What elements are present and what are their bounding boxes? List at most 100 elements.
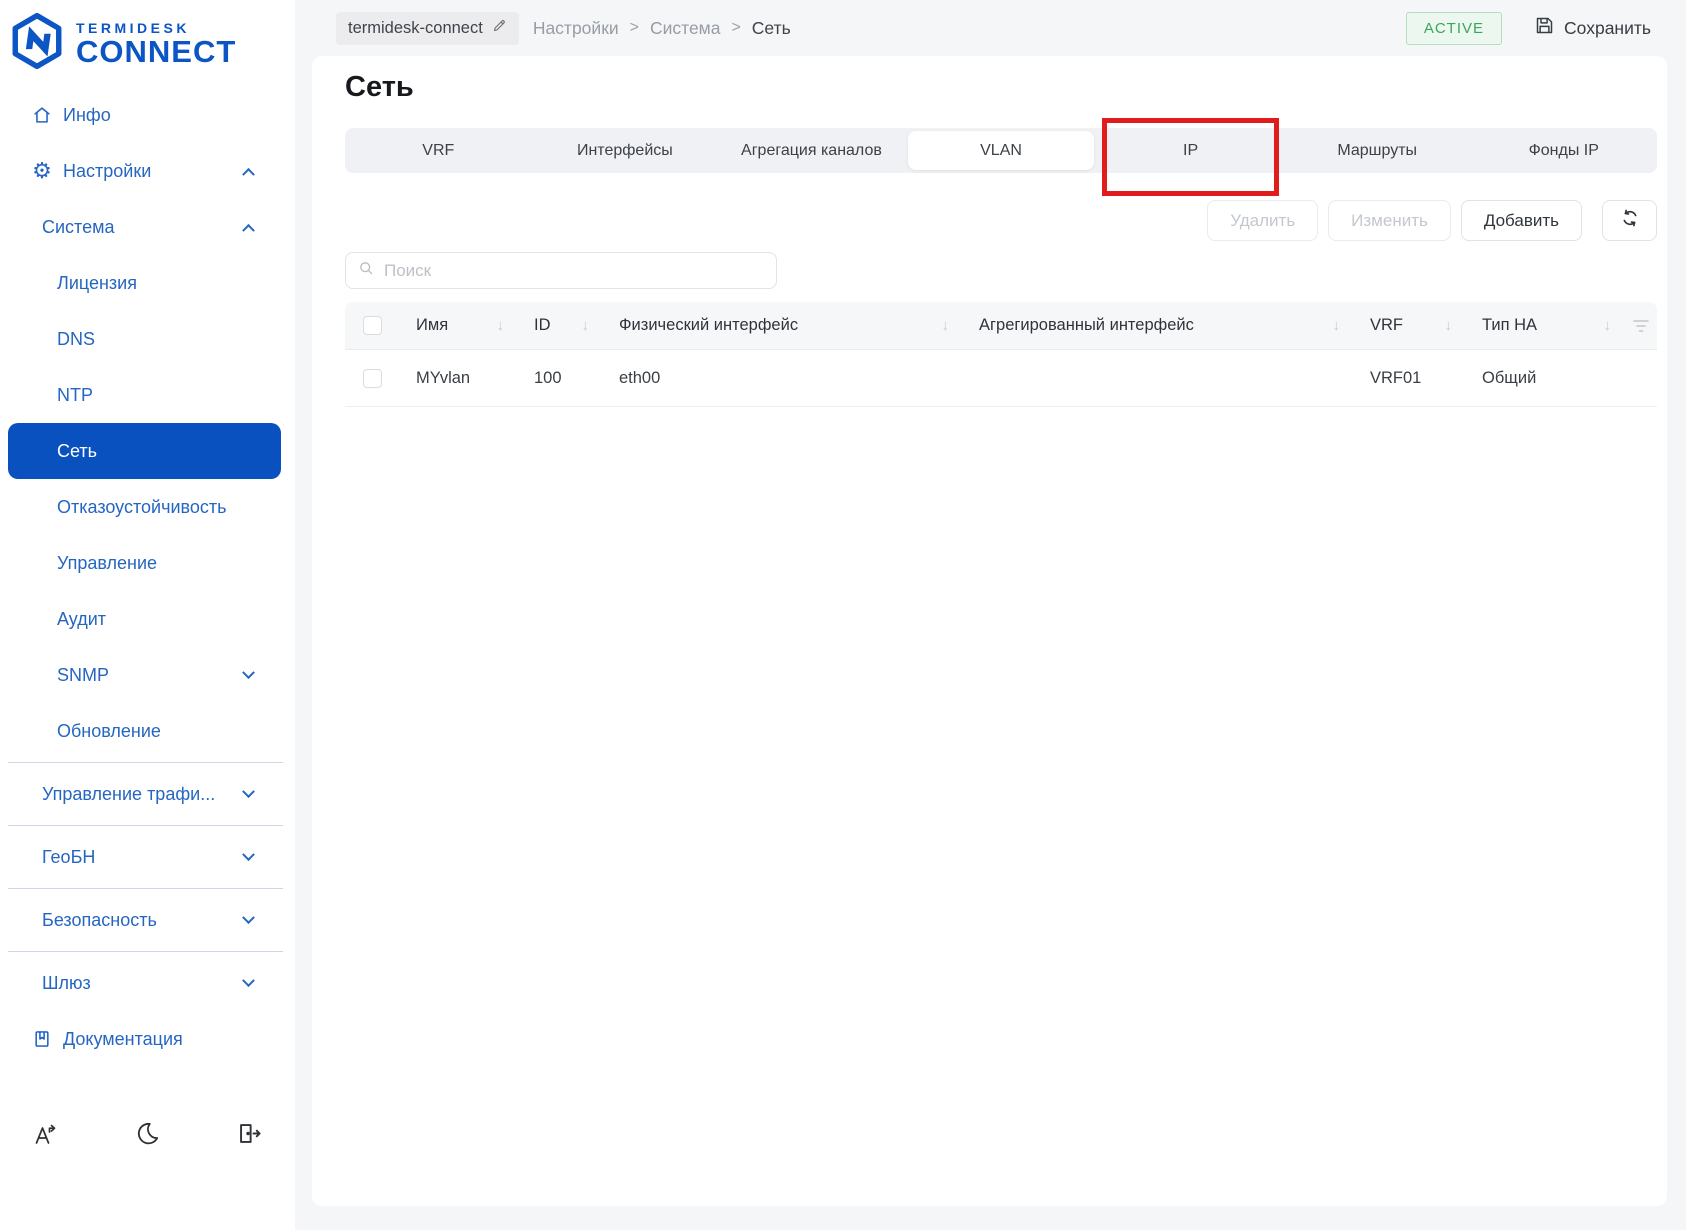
sidebar-divider [8,888,283,889]
search-box [345,252,777,289]
chevron-down-icon [242,973,255,987]
header-checkbox-cell [345,316,400,335]
hostname-chip[interactable]: termidesk-connect [336,11,519,45]
edit-pencil-icon[interactable] [492,18,507,38]
main-area: termidesk-connect Настройки > Система > … [295,0,1686,1230]
status-badge: ACTIVE [1405,11,1503,45]
cell-physical-interface: eth00 [619,368,661,387]
sidebar-item-update[interactable]: Обновление [8,703,281,759]
sidebar-item-label: Аудит [57,608,107,629]
sidebar-item-snmp[interactable]: SNMP [8,647,281,703]
sidebar-item-label: SNMP [57,664,110,685]
column-header-name: Имя ↓ [400,316,518,335]
sidebar-item-ntp[interactable]: NTP [8,367,281,423]
tab-vrf[interactable]: VRF [345,128,532,173]
sidebar-item-label: Шлюз [42,972,91,993]
sidebar-item-geobn[interactable]: ГеоБН [8,829,281,885]
sort-icon[interactable]: ↓ [497,317,505,334]
column-label: Тип HA [1482,316,1538,334]
sidebar-item-settings[interactable]: ⚙ Настройки [8,143,281,199]
brand-logo: TERMIDESK CONNECT [0,0,295,83]
tabs: VRF Интерфейсы Агрегация каналов VLAN IP… [345,118,1657,196]
sidebar-item-label: Система [42,216,115,237]
refresh-button[interactable] [1602,200,1657,241]
breadcrumb-separator: > [629,19,639,36]
sidebar-item-management[interactable]: Управление [8,535,281,591]
column-label: Агрегированный интерфейс [979,316,1194,334]
chevron-down-icon [242,665,255,679]
sort-icon[interactable]: ↓ [942,317,950,334]
tab-ip[interactable]: IP [1097,118,1284,196]
row-checkbox-cell [345,368,400,388]
row-checkbox[interactable] [363,368,382,388]
sidebar-item-system[interactable]: Система [8,199,281,255]
breadcrumb-settings[interactable]: Настройки [533,18,619,39]
add-button[interactable]: Добавить [1460,200,1582,241]
sidebar-divider [8,951,283,952]
table-header-row: Имя ↓ ID ↓ Физический интерфейс ↓ Агреги… [345,302,1657,350]
sidebar-item-traffic-management[interactable]: Управление трафи... [8,766,281,822]
sidebar-item-label: Отказоустойчивость [57,496,227,517]
dark-mode-icon[interactable] [135,1120,161,1148]
tab-vlan[interactable]: VLAN [907,131,1095,170]
column-header-vrf: VRF ↓ [1354,316,1466,335]
sidebar-item-dns[interactable]: DNS [8,311,281,367]
content-card: Сеть VRF Интерфейсы Агрегация каналов VL… [312,56,1667,1206]
brand-name: TERMIDESK CONNECT [76,20,236,67]
sidebar-item-label: Документация [63,1028,183,1049]
sidebar-item-label: Обновление [57,720,161,741]
column-header-id: ID ↓ [518,316,603,335]
toolbar: Удалить Изменить Добавить [345,200,1657,241]
sidebar-item-label: DNS [57,328,96,349]
sidebar-item-security[interactable]: Безопасность [8,892,281,948]
vlan-table: Имя ↓ ID ↓ Физический интерфейс ↓ Агреги… [345,302,1657,407]
sidebar-item-label: Безопасность [42,909,157,930]
sidebar-divider [8,825,283,826]
save-button[interactable]: Сохранить [1528,14,1657,42]
logout-icon[interactable] [236,1120,263,1148]
breadcrumb-system[interactable]: Система [650,18,720,39]
column-label: VRF [1370,316,1403,334]
sidebar-item-documentation[interactable]: Документация [8,1011,281,1067]
column-header-ha-type: Тип HA ↓ [1466,316,1625,335]
sidebar-item-audit[interactable]: Аудит [8,591,281,647]
edit-button[interactable]: Изменить [1328,200,1451,241]
table-row[interactable]: MYvlan 100 eth00 VRF01 Общий [345,350,1657,407]
breadcrumb: Настройки > Система > Сеть [533,18,791,39]
page-title: Сеть [345,71,414,103]
sidebar-item-label: Настройки [63,160,152,181]
topbar: termidesk-connect Настройки > Система > … [295,0,1686,56]
sidebar: TERMIDESK CONNECT Инфо ⚙ Настройки Систе… [0,0,295,1230]
floppy-icon [1534,15,1555,41]
sidebar-footer [0,1120,295,1148]
column-header-physical-interface: Физический интерфейс ↓ [603,316,963,335]
tab-ip-pools[interactable]: Фонды IP [1470,128,1657,173]
tab-interfaces[interactable]: Интерфейсы [532,128,719,173]
sidebar-item-label: ГеоБН [42,846,96,867]
chevron-up-icon [242,167,255,181]
column-label: ID [534,316,551,334]
home-icon [30,104,54,126]
sidebar-item-failover[interactable]: Отказоустойчивость [8,479,281,535]
delete-button[interactable]: Удалить [1207,200,1319,241]
sort-icon[interactable]: ↓ [1333,317,1341,334]
breadcrumb-network: Сеть [751,17,791,38]
sort-icon[interactable]: ↓ [1445,317,1453,334]
sidebar-item-gateway[interactable]: Шлюз [8,955,281,1011]
sidebar-item-network[interactable]: Сеть [8,423,281,479]
sidebar-item-info[interactable]: Инфо [8,87,281,143]
filter-icon[interactable] [1625,319,1657,333]
tab-link-aggregation[interactable]: Агрегация каналов [718,128,905,173]
select-all-checkbox[interactable] [363,316,382,335]
tab-ip-label: IP [1183,141,1199,159]
hostname-label: termidesk-connect [348,18,483,37]
sidebar-item-license[interactable]: Лицензия [8,255,281,311]
app-window: TERMIDESK CONNECT Инфо ⚙ Настройки Систе… [0,0,1686,1230]
sort-icon[interactable]: ↓ [1604,317,1612,334]
tab-routes[interactable]: Маршруты [1284,128,1471,173]
search-input[interactable] [382,259,764,282]
font-scale-icon[interactable] [32,1120,60,1148]
sort-icon[interactable]: ↓ [582,317,590,334]
gear-icon: ⚙ [32,158,52,183]
brand-name-bottom: CONNECT [76,34,237,69]
